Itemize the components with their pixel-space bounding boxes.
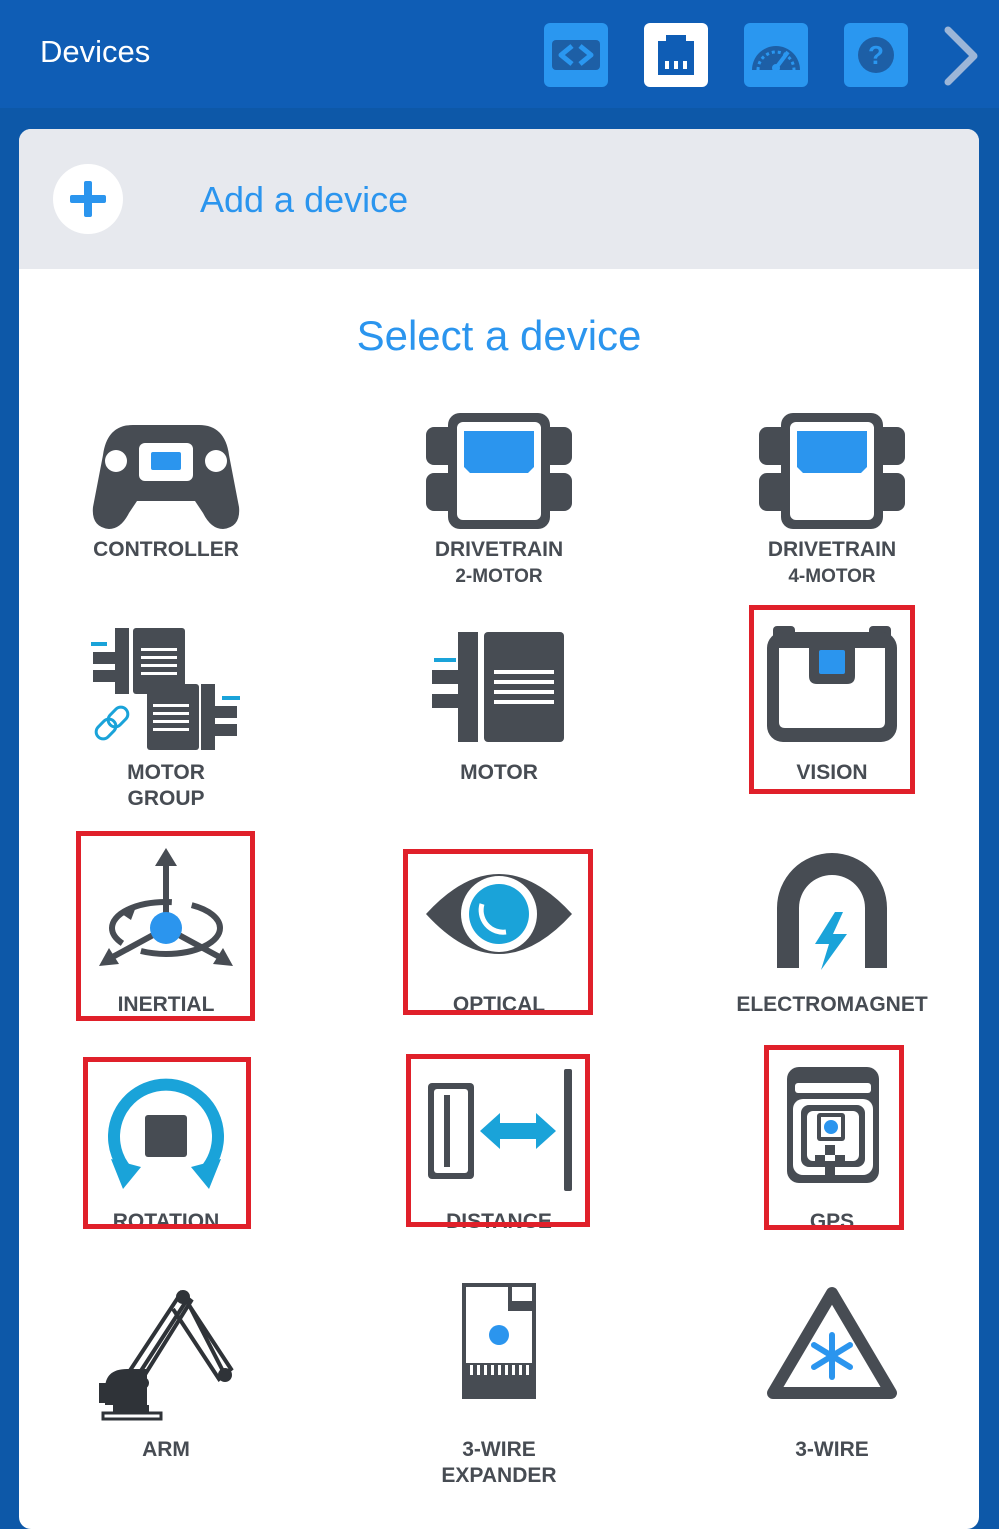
device-label: ROTATION [112,1210,220,1233]
help-button[interactable]: ? [844,23,908,87]
inertial-axes-icon [99,848,233,966]
add-device-button[interactable] [53,164,123,234]
expander-icon [462,1283,536,1399]
device-optical[interactable]: OPTICAL [384,844,614,1044]
rotation-icon [108,1078,224,1189]
gps-sensor-icon [787,1067,879,1183]
speedometer-icon [752,46,800,72]
device-controller[interactable]: CONTROLLER [51,409,281,609]
eye-icon [426,874,572,954]
top-bar: Devices ? [0,0,999,108]
distance-icon [428,1069,572,1191]
device-motor[interactable]: MOTOR [384,624,614,824]
device-label: ARM [142,1438,190,1461]
device-panel: Add a device Select a device CONTROLLER … [19,129,979,1529]
select-device-heading: Select a device [356,312,642,359]
device-drivetrain-4-motor[interactable]: DRIVETRAIN 4-MOTOR [717,409,947,609]
dashboard-button[interactable] [744,23,808,87]
device-motor-group[interactable]: MOTOR GROUP [51,624,281,824]
motor-group-icon [91,628,240,750]
help-icon: ? [858,37,894,73]
device-label: VISION [796,761,868,784]
device-label: CONTROLLER [93,538,239,561]
device-sublabel: GROUP [127,787,205,810]
device-label: DRIVETRAIN [767,538,897,561]
device-label: DRIVETRAIN [434,538,564,561]
device-label: 3-WIRE [795,1438,869,1461]
device-inertial[interactable]: INERTIAL [51,844,281,1044]
triangle-asterisk-icon [767,1287,897,1399]
device-vision[interactable]: VISION [717,624,947,824]
device-label: GPS [809,1210,855,1233]
page-title: Devices [40,34,151,69]
plus-icon [70,181,106,217]
magnet-icon [777,853,887,970]
drivetrain-icon [759,413,905,529]
chevron-right-icon[interactable] [940,24,984,88]
device-3-wire[interactable]: 3-WIRE [717,1279,947,1479]
drivetrain-icon [426,413,572,529]
device-label: MOTOR [460,761,538,784]
device-label: MOTOR [127,761,205,784]
device-label: ELECTROMAGNET [736,993,928,1016]
device-drivetrain-2-motor[interactable]: DRIVETRAIN 2-MOTOR [384,409,614,609]
device-arm[interactable]: ARM [51,1279,281,1479]
code-brackets-icon [552,40,600,70]
device-sublabel: 4-MOTOR [788,566,876,587]
gamepad-icon [92,425,240,529]
device-rotation[interactable]: ROTATION [51,1059,281,1259]
vision-sensor-icon [767,626,897,742]
devices-button[interactable] [644,23,708,87]
code-view-button[interactable] [544,23,608,87]
device-label: OPTICAL [452,993,546,1016]
device-label: DISTANCE [446,1210,552,1233]
device-sublabel: 2-MOTOR [455,566,543,587]
device-distance[interactable]: DISTANCE [384,1059,614,1259]
device-gps[interactable]: GPS [717,1059,947,1259]
device-3-wire-expander[interactable]: 3-WIRE EXPANDER [384,1279,614,1487]
add-device-label: Add a device [200,179,409,220]
device-sublabel: EXPANDER [441,1464,557,1487]
port-icon [658,35,694,75]
device-electromagnet[interactable]: ELECTROMAGNET [717,844,947,1044]
add-device-row[interactable]: Add a device [19,129,979,269]
device-label: INERTIAL [117,993,215,1016]
robot-arm-icon [99,1290,234,1421]
svg-text:?: ? [868,40,884,70]
device-label: 3-WIRE [462,1438,536,1461]
motor-icon [432,632,564,742]
